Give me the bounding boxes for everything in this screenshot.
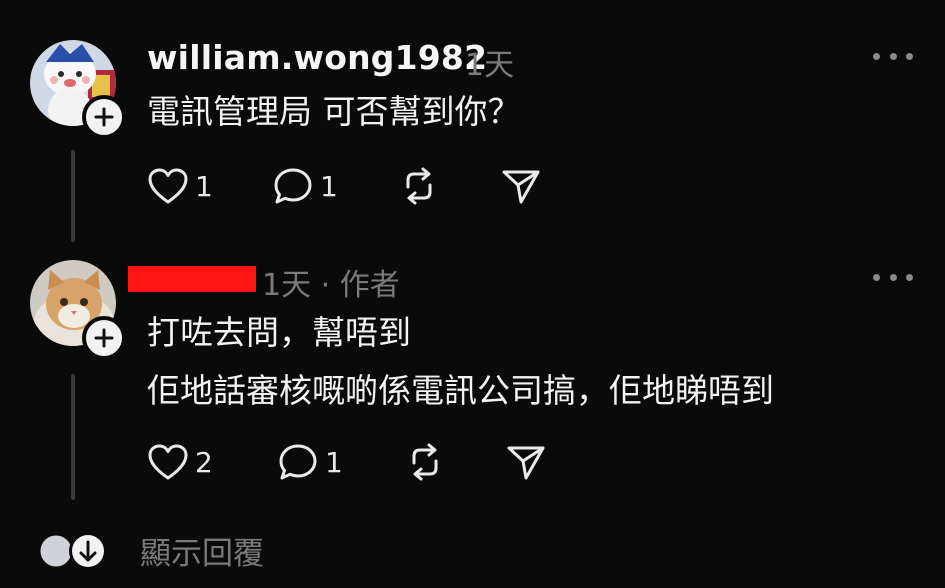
timestamp: 1天 — [465, 48, 515, 83]
like-count: 1 — [195, 169, 213, 203]
thread-line — [71, 150, 75, 242]
repost-button[interactable] — [398, 167, 440, 205]
post-2: 1天 · 作者 打咗去問，幫唔到 佢地話審核嘅啲係電訊公司搞，佢地睇唔到 2 1 — [0, 250, 945, 510]
timestamp: 1天 · 作者 — [262, 268, 400, 303]
share-button[interactable] — [505, 443, 547, 481]
username[interactable]: william.wong1982 — [147, 38, 487, 77]
thread-line — [71, 374, 75, 500]
send-icon — [507, 446, 545, 480]
follow-button[interactable] — [82, 316, 126, 360]
follow-button[interactable] — [82, 95, 126, 139]
post-text-line: 佢地話審核嘅啲係電訊公司搞，佢地睇唔到 — [147, 371, 774, 410]
like-button[interactable]: 1 — [147, 167, 213, 205]
more-options-button[interactable] — [873, 267, 913, 287]
like-button[interactable]: 2 — [147, 443, 213, 481]
like-count: 2 — [195, 445, 213, 479]
show-replies-label: 顯示回覆 — [140, 536, 264, 572]
send-icon — [502, 170, 540, 204]
comment-icon — [274, 168, 312, 204]
repost-icon — [406, 167, 432, 205]
reply-count: 1 — [320, 169, 338, 203]
plus-icon — [94, 328, 114, 348]
reply-button[interactable]: 1 — [272, 166, 338, 206]
repost-icon — [412, 443, 438, 481]
reply-button[interactable]: 1 — [277, 442, 343, 482]
comment-icon — [279, 444, 317, 480]
share-button[interactable] — [500, 167, 542, 205]
plus-icon — [94, 107, 114, 127]
reply-count: 1 — [325, 445, 343, 479]
post-text-line: 打咗去問，幫唔到 — [147, 313, 411, 352]
show-replies-button[interactable]: 顯示回覆 — [36, 528, 264, 573]
more-options-button[interactable] — [873, 46, 913, 66]
redaction-bar — [128, 266, 256, 292]
heart-icon — [148, 444, 188, 480]
reply-avatars-icon — [37, 531, 107, 570]
heart-icon — [148, 168, 188, 204]
post-1: william.wong1982 1天 電訊管理局 可否幫到你？ 1 1 — [0, 0, 945, 250]
post-text-line: 電訊管理局 可否幫到你？ — [147, 92, 521, 131]
repost-button[interactable] — [404, 443, 446, 481]
